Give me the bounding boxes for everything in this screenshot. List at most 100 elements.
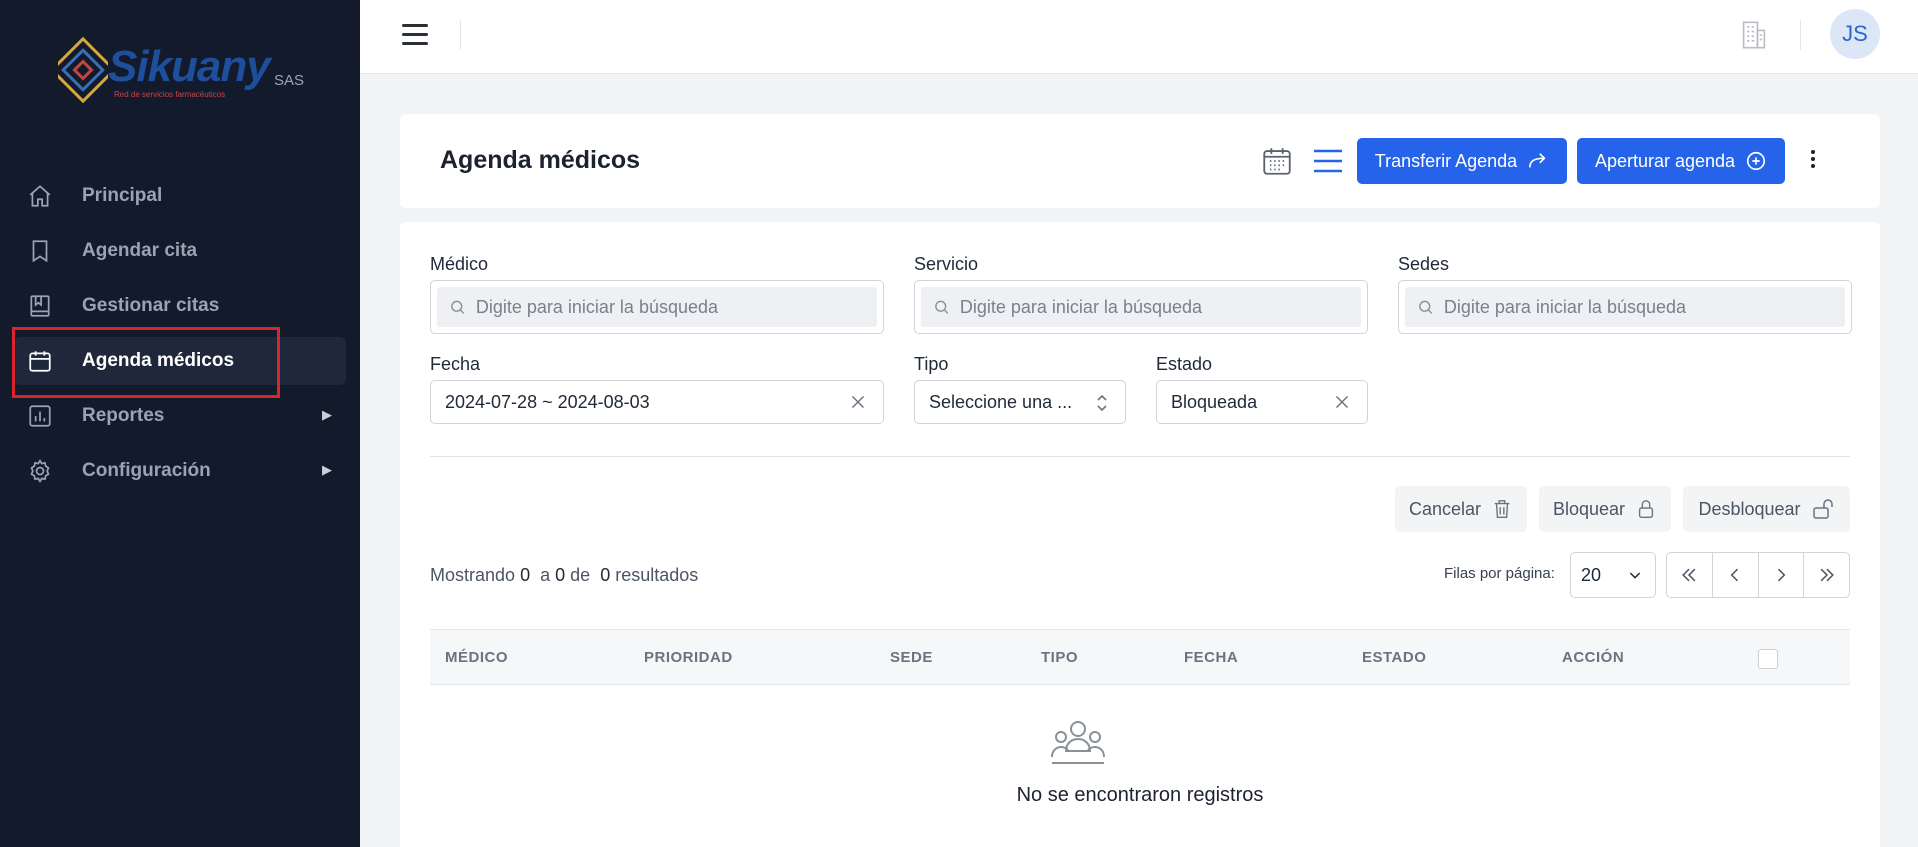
- menu-toggle-icon[interactable]: [402, 24, 428, 46]
- medico-search-field[interactable]: [430, 280, 884, 334]
- rows-per-page-value: 20: [1581, 564, 1602, 585]
- servicio-label: Servicio: [914, 254, 979, 274]
- next-page-icon[interactable]: [1759, 553, 1805, 597]
- trash-icon: [1494, 500, 1510, 518]
- plus-circle-icon: [1746, 151, 1766, 171]
- book-icon: [26, 292, 54, 320]
- topbar: JS: [360, 0, 1918, 74]
- search-icon: [935, 300, 949, 314]
- avatar[interactable]: JS: [1830, 9, 1880, 59]
- button-label: Aperturar agenda: [1594, 150, 1736, 171]
- expand-arrow-icon: ▶: [322, 462, 332, 477]
- table-header: MÉDICO PRIORIDAD SEDE TIPO FECHA ESTADO …: [430, 629, 1850, 685]
- lock-icon: [1638, 500, 1654, 518]
- results-to-prefix: a: [540, 565, 551, 585]
- tipo-select[interactable]: Seleccione una ...: [914, 380, 1126, 424]
- fecha-range-picker[interactable]: 2024-07-28 ~ 2024-08-03: [430, 380, 884, 424]
- column-header[interactable]: ACCIÓN: [1562, 649, 1624, 666]
- results-suffix: resultados: [615, 565, 699, 585]
- list-view-icon[interactable]: [1312, 148, 1344, 179]
- sidebar-item-label: Gestionar citas: [82, 295, 220, 316]
- redo-arrow-icon: [1529, 153, 1546, 168]
- open-agenda-button[interactable]: Aperturar agenda: [1577, 138, 1785, 184]
- search-icon: [451, 300, 465, 314]
- sidebar-item-configuracion[interactable]: Configuración ▶: [14, 447, 346, 495]
- first-page-icon[interactable]: [1667, 553, 1713, 597]
- page-header: Agenda médicos Transferir Agenda Apertur…: [400, 114, 1880, 208]
- results-total: 0: [600, 565, 611, 585]
- fecha-label: Fecha: [430, 354, 481, 374]
- cancel-button[interactable]: Cancelar: [1395, 486, 1527, 532]
- button-label: Bloquear: [1552, 498, 1626, 519]
- rows-per-page-label: Filas por página:: [1444, 565, 1555, 582]
- brand-name: Sikuany: [108, 42, 271, 91]
- results-summary: Mostrando 0 a 0 de 0 resultados: [430, 565, 698, 586]
- servicio-search-input[interactable]: [959, 296, 1361, 318]
- bookmark-icon: [26, 237, 54, 265]
- button-label: Cancelar: [1408, 498, 1482, 519]
- tipo-value: Seleccione una ...: [929, 391, 1073, 412]
- clear-icon[interactable]: [1331, 391, 1353, 413]
- sidebar-item-label: Principal: [82, 185, 163, 206]
- sidebar-item-agendar-cita[interactable]: Agendar cita: [14, 227, 346, 275]
- column-header[interactable]: FECHA: [1184, 649, 1238, 666]
- sedes-label: Sedes: [1398, 254, 1450, 274]
- selection-highlight: [12, 327, 280, 398]
- sidebar: Sikuany SAS Red de servicios farmacéutic…: [0, 0, 360, 847]
- unlock-icon: [1812, 499, 1833, 519]
- button-label: Desbloquear: [1698, 498, 1801, 519]
- medico-search-input[interactable]: [475, 296, 877, 318]
- page-title: Agenda médicos: [440, 146, 641, 174]
- gear-icon: [26, 457, 54, 485]
- sedes-search-input[interactable]: [1443, 296, 1845, 318]
- column-header[interactable]: SEDE: [890, 649, 933, 666]
- sidebar-item-label: Reportes: [82, 405, 165, 426]
- search-icon: [1419, 300, 1433, 314]
- button-label: Transferir Agenda: [1374, 150, 1518, 171]
- sidebar-item-reportes[interactable]: Reportes ▶: [14, 392, 346, 440]
- estado-value: Bloqueada: [1171, 391, 1258, 412]
- tipo-label: Tipo: [914, 354, 949, 374]
- sidebar-item-principal[interactable]: Principal: [14, 172, 346, 220]
- results-to: 0: [555, 565, 566, 585]
- rows-per-page-select[interactable]: 20: [1570, 552, 1656, 598]
- results-prefix: Mostrando: [430, 565, 516, 585]
- brand-logo[interactable]: Sikuany SAS Red de servicios farmacéutic…: [58, 32, 308, 112]
- column-header[interactable]: MÉDICO: [445, 649, 508, 666]
- column-header[interactable]: TIPO: [1041, 649, 1078, 666]
- calendar-view-icon[interactable]: [1260, 144, 1294, 183]
- expand-arrow-icon: ▶: [322, 407, 332, 422]
- sidebar-item-label: Configuración: [82, 460, 211, 481]
- servicio-search-field[interactable]: [914, 280, 1368, 334]
- more-options-icon[interactable]: [1808, 150, 1818, 172]
- sedes-search-field[interactable]: [1398, 280, 1852, 334]
- topbar-divider: [460, 20, 461, 50]
- empty-state-message: No se encontraron registros: [1016, 784, 1264, 806]
- building-icon[interactable]: [1740, 20, 1768, 55]
- unblock-button[interactable]: Desbloquear: [1683, 486, 1850, 532]
- clear-icon[interactable]: [847, 391, 869, 413]
- results-from: 0: [520, 565, 531, 585]
- sidebar-item-gestionar-citas[interactable]: Gestionar citas: [14, 282, 346, 330]
- logo-mark-icon: [58, 36, 108, 104]
- chevron-down-icon: [1629, 572, 1641, 579]
- estado-label: Estado: [1156, 354, 1213, 374]
- block-button[interactable]: Bloquear: [1539, 486, 1671, 532]
- column-header[interactable]: ESTADO: [1362, 649, 1426, 666]
- chart-icon: [26, 402, 54, 430]
- section-divider: [430, 456, 1850, 457]
- prev-page-icon[interactable]: [1713, 553, 1759, 597]
- results-of-prefix: de: [570, 565, 591, 585]
- medico-label: Médico: [430, 254, 489, 274]
- transfer-agenda-button[interactable]: Transferir Agenda: [1357, 138, 1567, 184]
- brand-suffix: SAS: [274, 72, 305, 89]
- select-all-checkbox[interactable]: [1758, 649, 1778, 669]
- users-group-icon: [1050, 719, 1106, 770]
- brand-tagline: Red de servicios farmacéuticos: [114, 90, 226, 99]
- fecha-value: 2024-07-28 ~ 2024-08-03: [445, 391, 650, 412]
- column-header[interactable]: PRIORIDAD: [644, 649, 733, 666]
- estado-select[interactable]: Bloqueada: [1156, 380, 1368, 424]
- last-page-icon[interactable]: [1804, 553, 1849, 597]
- home-icon: [26, 182, 54, 210]
- topbar-divider: [1800, 20, 1801, 50]
